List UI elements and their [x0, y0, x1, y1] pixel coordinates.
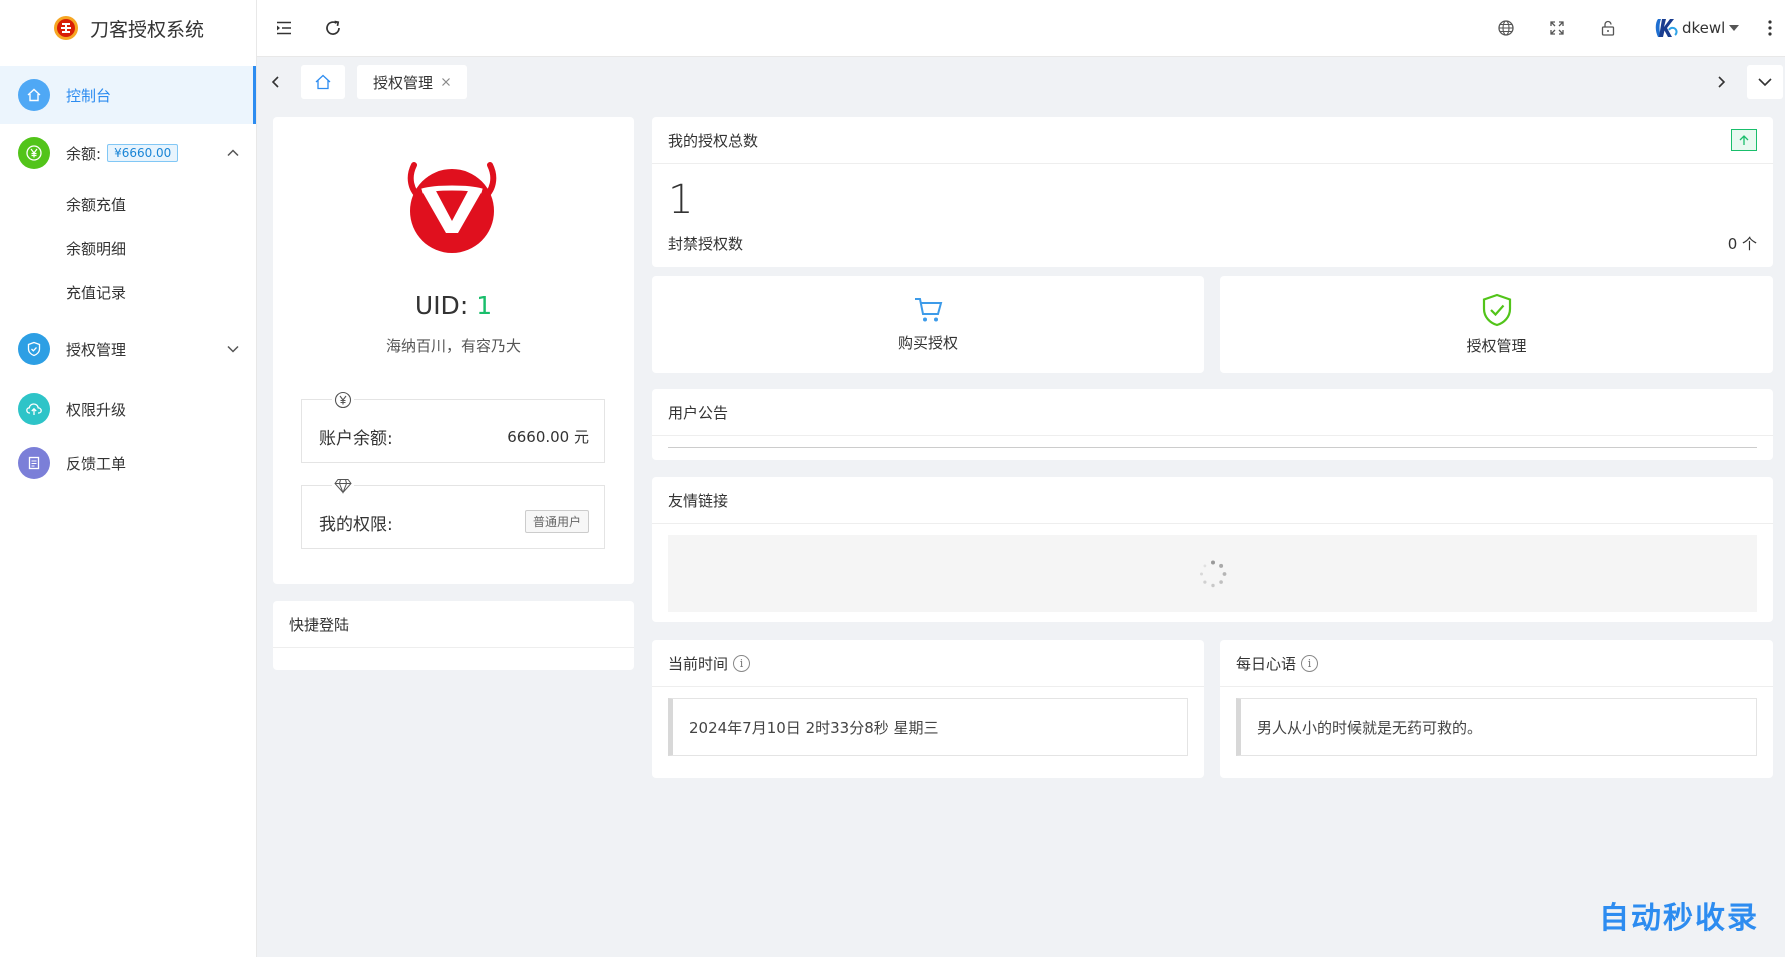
tab-home[interactable]: [301, 65, 345, 99]
notice-title: 用户公告: [652, 389, 1773, 436]
balance-box: 账户余额: 6660.00 元: [301, 389, 605, 463]
current-time-value: 2024年7月10日 2时33分8秒 星期三: [668, 698, 1188, 756]
balance-label: 账户余额:: [319, 429, 393, 449]
permission-label: 我的权限:: [319, 515, 393, 535]
app-title: 刀客授权系统: [89, 18, 204, 41]
manage-license-button[interactable]: 授权管理: [1220, 276, 1773, 373]
user-motto: 海纳百川，有容乃大: [385, 337, 521, 355]
links-card: 友情链接: [652, 477, 1773, 622]
manage-license-label: 授权管理: [1466, 337, 1527, 355]
lock-icon[interactable]: [1594, 14, 1622, 42]
loading-spinner-icon: [1198, 559, 1228, 589]
caret-down-icon: [1729, 24, 1740, 32]
current-time-title: 当前时间: [668, 654, 729, 673]
quick-login-title: 快捷登陆: [273, 601, 634, 648]
avatar: [1652, 15, 1678, 41]
links-content: [668, 535, 1757, 612]
user-menu[interactable]: dkewl: [1652, 14, 1740, 42]
uid-display: UID: 1: [273, 291, 634, 320]
more-icon[interactable]: [1756, 14, 1784, 42]
yen-icon: [18, 137, 50, 169]
balance-badge: ¥6660.00: [107, 144, 179, 162]
refresh-icon[interactable]: [319, 14, 347, 42]
quick-login-card: 快捷登陆: [273, 601, 634, 670]
buy-license-label: 购买授权: [897, 334, 958, 352]
tabs-dropdown-icon[interactable]: [1747, 65, 1783, 99]
sidebar-item-feedback[interactable]: 反馈工单: [0, 434, 256, 492]
sidebar: 刀客授权系统 控制台 余额: ¥6660.00 余额充值 余额明细 充值记录 授…: [0, 0, 257, 957]
tab-label: 授权管理: [373, 73, 434, 92]
info-icon[interactable]: i: [1301, 654, 1319, 672]
daily-quote-title: 每日心语: [1236, 654, 1297, 673]
close-icon[interactable]: [441, 77, 451, 87]
home-icon: [314, 73, 332, 91]
permission-box: 我的权限: 普通用户: [301, 475, 605, 549]
tab-auth-management[interactable]: 授权管理: [357, 65, 467, 99]
app-logo-icon: [52, 14, 80, 42]
tabs-scroll-right-icon[interactable]: [1706, 67, 1736, 97]
fullscreen-icon[interactable]: [1543, 14, 1571, 42]
uid-value: 1: [476, 291, 493, 320]
notice-divider: [668, 447, 1757, 448]
daily-quote-header: 每日心语 i: [1220, 640, 1773, 687]
buy-license-button[interactable]: 购买授权: [652, 276, 1204, 373]
sidebar-item-label: 权限升级: [66, 400, 127, 419]
current-time-header: 当前时间 i: [652, 640, 1204, 687]
shield-icon: [18, 333, 50, 365]
links-title: 友情链接: [652, 477, 1773, 524]
bull-logo-icon: [400, 161, 504, 255]
sidebar-item-upgrade[interactable]: 权限升级: [0, 380, 256, 438]
home-icon: [18, 79, 50, 111]
diamond-icon: [332, 475, 354, 497]
banned-count: 0 个: [1727, 235, 1757, 253]
current-time-card: 当前时间 i 2024年7月10日 2时33分8秒 星期三: [652, 640, 1204, 778]
tabs-bar: 授权管理: [257, 57, 1785, 107]
role-tag: 普通用户: [524, 510, 589, 533]
chevron-up-icon: [226, 146, 240, 160]
balance-value: 6660.00 元: [507, 428, 589, 446]
sidebar-item-label: 授权管理: [66, 340, 127, 359]
sidebar-item-balance[interactable]: 余额: ¥6660.00: [0, 124, 256, 182]
profile-card: UID: 1 海纳百川，有容乃大 账户余额: 6660.00 元 我的权限: 普…: [273, 117, 634, 584]
cloud-upload-icon: [18, 393, 50, 425]
sidebar-item-label: 控制台: [66, 86, 112, 105]
top-header: dkewl: [257, 0, 1785, 57]
chevron-down-icon: [226, 342, 240, 356]
sidebar-subitem-recharge-records[interactable]: 充值记录: [0, 270, 256, 314]
username: dkewl: [1682, 19, 1726, 37]
sidebar-subitem-recharge[interactable]: 余额充值: [0, 182, 256, 226]
notice-card: 用户公告: [652, 389, 1773, 460]
banned-label: 封禁授权数: [668, 235, 744, 253]
auth-total: 1: [668, 177, 694, 223]
daily-quote-card: 每日心语 i 男人从小的时候就是无药可救的。: [1220, 640, 1773, 778]
info-icon[interactable]: i: [733, 654, 751, 672]
shield-check-icon: [1481, 293, 1513, 327]
sidebar-item-auth-management[interactable]: 授权管理: [0, 320, 256, 378]
globe-icon[interactable]: [1492, 14, 1520, 42]
sidebar-item-dashboard[interactable]: 控制台: [0, 66, 256, 124]
arrow-up-icon: [1731, 129, 1757, 151]
sidebar-item-label: 反馈工单: [66, 454, 127, 473]
watermark: 自动秒收录: [1599, 901, 1759, 936]
brand[interactable]: 刀客授权系统: [0, 0, 256, 56]
auth-stats-title: 我的授权总数: [668, 131, 759, 150]
auth-stats-card: 我的授权总数 1 封禁授权数 0 个: [652, 117, 1773, 267]
yen-icon: [332, 389, 354, 411]
cart-icon: [913, 296, 943, 324]
menu-fold-icon[interactable]: [270, 14, 298, 42]
uid-label: UID:: [414, 291, 477, 320]
tabs-scroll-left-icon[interactable]: [261, 67, 291, 97]
daily-quote-value: 男人从小的时候就是无药可救的。: [1236, 698, 1757, 756]
sidebar-item-label: 余额:: [66, 144, 102, 163]
document-icon: [18, 447, 50, 479]
sidebar-subitem-balance-detail[interactable]: 余额明细: [0, 226, 256, 270]
auth-stats-header: 我的授权总数: [652, 117, 1773, 164]
